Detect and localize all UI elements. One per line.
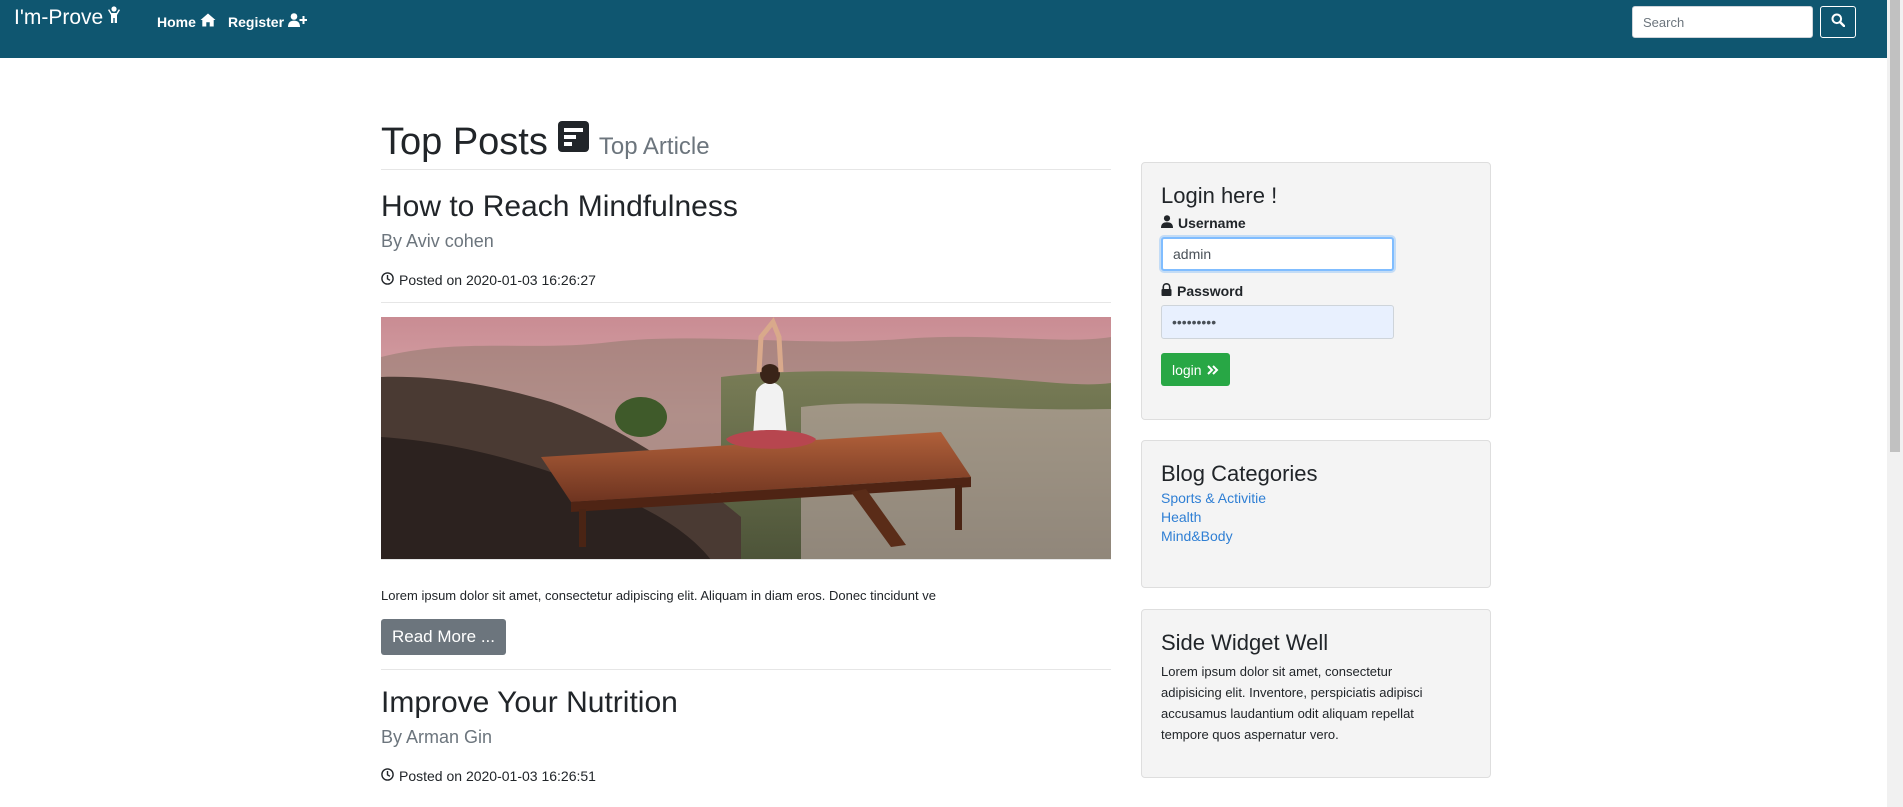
category-link-health[interactable]: Health [1161,509,1471,525]
lock-icon [1161,282,1172,299]
page-scrollbar[interactable] [1887,0,1903,807]
post-title[interactable]: Improve Your Nutrition [381,686,1111,719]
nav-home-link[interactable]: Home [157,13,216,30]
nav-home-label[interactable]: Home [157,14,196,30]
article-icon [557,121,589,161]
username-label-row: Username [1161,215,1471,231]
search-icon [1831,13,1846,32]
post-title[interactable]: How to Reach Mindfulness [381,190,1111,223]
side-widget-card: Side Widget Well Lorem ipsum dolor sit a… [1141,609,1491,778]
login-card: Login here ! Username Password login [1141,162,1491,420]
category-link-sports[interactable]: Sports & Activitie [1161,490,1471,506]
post-image-yoga[interactable] [381,317,1111,560]
brand-name[interactable]: I'm-Prove [14,6,103,30]
post-card: How to Reach Mindfulness By Aviv cohen P… [381,190,1111,670]
post-date: Posted on 2020-01-03 16:26:51 [399,768,596,784]
post-excerpt: Lorem ipsum dolor sit amet, consectetur … [381,588,936,603]
read-more-button[interactable]: Read More ... [381,619,506,655]
widget-text-line: tempore quos aspernatur vero. [1161,727,1339,742]
child-icon [107,6,121,30]
widget-text-line: adipisicing elit. Inventore, perspiciati… [1161,685,1423,700]
user-plus-icon [288,13,308,30]
widget-text-line: accusamus laudantium odit aliquam repell… [1161,706,1414,721]
categories-list: Sports & Activitie Health Mind&Body [1161,490,1471,544]
post-date-row: Posted on 2020-01-03 16:26:27 [381,272,1111,303]
page-subtitle: Top Article [598,133,710,160]
top-navbar: I'm-Prove Home Register [0,0,1887,58]
nav-register-link[interactable]: Register [228,13,308,30]
nav-register-label[interactable]: Register [228,14,284,30]
categories-title: Blog Categories [1161,461,1318,486]
widget-title: Side Widget Well [1161,630,1329,655]
post-author: By Aviv cohen [381,231,494,251]
section-header: Top Posts Top Article [381,110,1111,170]
category-link-mind-body[interactable]: Mind&Body [1161,528,1471,544]
post-author: By Arman Gin [381,727,493,747]
post-divider [381,669,1111,670]
home-icon [200,13,216,30]
post-date: Posted on 2020-01-03 16:26:27 [399,272,596,288]
search-button[interactable] [1820,6,1856,38]
login-button-label[interactable]: login [1172,362,1202,378]
widget-text: Lorem ipsum dolor sit amet, consectetur … [1161,661,1471,745]
clock-icon [381,768,394,784]
main-content: Top Posts Top Article How to Reach Mindf… [381,110,1111,798]
double-chevron-right-icon [1206,362,1219,378]
categories-card: Blog Categories Sports & Activitie Healt… [1141,440,1491,588]
page-title: Top Posts [381,121,548,163]
brand-logo[interactable]: I'm-Prove [14,6,121,30]
scrollbar-thumb[interactable] [1890,0,1900,452]
login-button[interactable]: login [1161,353,1230,386]
search-input[interactable] [1632,6,1813,38]
clock-icon [381,272,394,288]
password-label-row: Password [1161,282,1471,299]
post-card: Improve Your Nutrition By Arman Gin Post… [381,686,1111,798]
username-input[interactable] [1161,237,1394,271]
widget-text-line: Lorem ipsum dolor sit amet, consectetur [1161,664,1393,679]
username-label: Username [1178,215,1246,231]
user-icon [1161,215,1173,231]
post-date-row: Posted on 2020-01-03 16:26:51 [381,768,1111,798]
password-label: Password [1177,283,1244,299]
login-title: Login here ! [1161,183,1278,208]
password-input[interactable] [1161,305,1394,339]
